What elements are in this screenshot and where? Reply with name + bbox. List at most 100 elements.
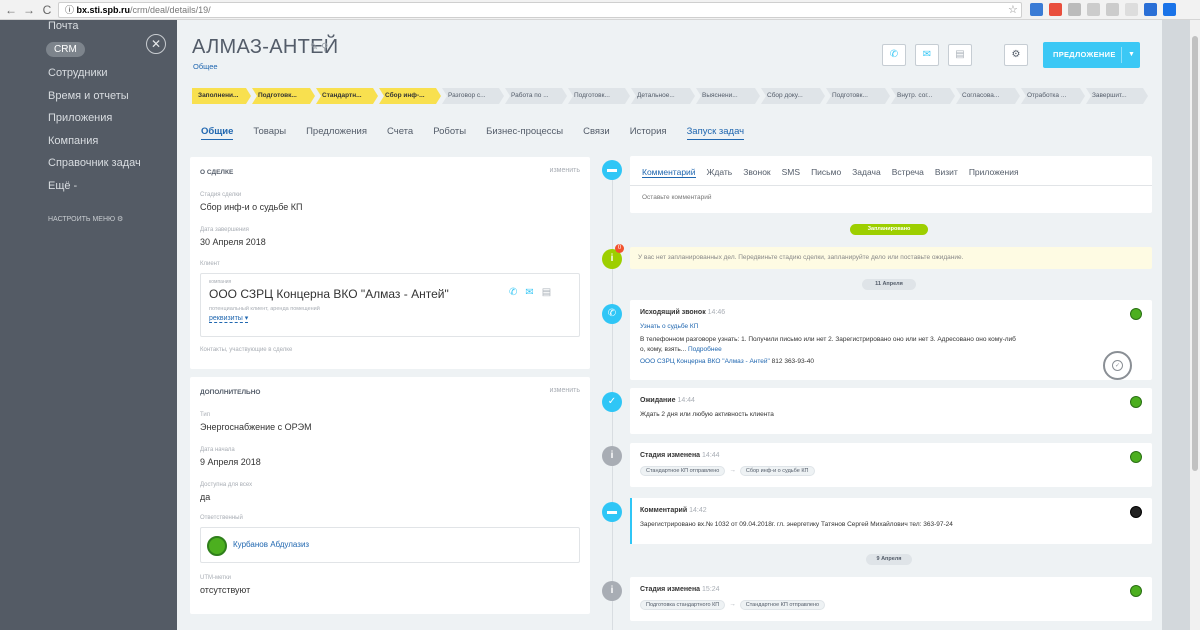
more-link[interactable]: Подробнее <box>688 346 722 353</box>
event-time: 14:42 <box>689 507 707 514</box>
sidebar-item-more[interactable]: Ещё - <box>48 180 77 192</box>
stage-item[interactable]: Подготовк... <box>826 88 890 104</box>
extension-icon[interactable] <box>1087 3 1100 16</box>
sidebar-item-apps[interactable]: Приложения <box>48 112 112 124</box>
about-deal-card: О СДЕЛКЕ изменить Стадия сделки Сбор инф… <box>190 157 590 369</box>
composer-tab[interactable]: Визит <box>935 167 958 178</box>
tab-links[interactable]: Связи <box>583 126 610 140</box>
sidebar-item-time[interactable]: Время и отчеты <box>48 90 129 102</box>
stage-item[interactable]: Согласова... <box>956 88 1020 104</box>
sidebar-item-company[interactable]: Компания <box>48 135 98 147</box>
avatar[interactable] <box>207 536 227 556</box>
responsible-name[interactable]: Курбанов Абдулазиз <box>233 540 309 549</box>
extension-icon[interactable] <box>1030 3 1043 16</box>
tab-history[interactable]: История <box>630 126 667 140</box>
completed-icon[interactable] <box>1130 451 1142 463</box>
comment-input[interactable]: Оставьте комментарий <box>642 194 712 201</box>
mark-done-icon[interactable]: ✓ <box>1103 351 1132 380</box>
completed-icon[interactable] <box>1130 396 1142 408</box>
tab-invoices[interactable]: Счета <box>387 126 413 140</box>
company-name[interactable]: ООО СЗРЦ Концерна ВКО "Алмаз - Антей" <box>209 287 449 301</box>
extension-icon[interactable] <box>1144 3 1157 16</box>
composer-tab[interactable]: Письмо <box>811 167 841 178</box>
field-value: 9 Апреля 2018 <box>200 457 261 467</box>
composer-tab[interactable]: Звонок <box>743 167 770 178</box>
requisites-link[interactable]: реквизиты ▾ <box>209 314 249 323</box>
deal-tabs: Общие Товары Предложения Счета Роботы Би… <box>201 126 764 140</box>
phone-icon[interactable]: ✆ <box>882 44 906 66</box>
scrollbar-thumb[interactable] <box>1192 36 1198 471</box>
tab-offers[interactable]: Предложения <box>306 126 367 140</box>
stage-item[interactable]: Выяснени... <box>696 88 760 104</box>
address-bar[interactable]: ⓘ bx.sti.spb.ru/crm/deal/details/19/ <box>58 2 1022 18</box>
close-icon[interactable]: ✕ <box>146 34 166 54</box>
composer-tab[interactable]: Приложения <box>969 167 1019 178</box>
edit-link[interactable]: изменить <box>550 387 580 394</box>
stage-item[interactable]: Детальное... <box>631 88 695 104</box>
stage-item[interactable]: Разговор с... <box>442 88 504 104</box>
field-value: отсутствуют <box>200 585 251 595</box>
stage-item[interactable]: Заполнени... <box>192 88 251 104</box>
tab-task-launch[interactable]: Запуск задач <box>686 126 745 140</box>
check-icon: ✓ <box>1112 360 1123 371</box>
extension-icon[interactable] <box>1125 3 1138 16</box>
offer-button[interactable]: ПРЕДЛОЖЕНИЕ ▼ <box>1043 42 1140 68</box>
gear-icon[interactable]: ⚙ <box>1004 44 1028 66</box>
tab-products[interactable]: Товары <box>253 126 286 140</box>
composer-tab[interactable]: SMS <box>782 167 800 178</box>
company-link[interactable]: ООО СЗРЦ Концерна ВКО "Алмаз - Антей" <box>640 358 770 365</box>
stage-item[interactable]: Сбор доку... <box>761 88 825 104</box>
composer-tab[interactable]: Встреча <box>892 167 924 178</box>
completed-icon[interactable] <box>1130 308 1142 320</box>
mail-icon[interactable]: ✉ <box>915 44 939 66</box>
sidebar-item-crm[interactable]: CRM <box>46 42 85 57</box>
field-label: Доступна для всех <box>200 482 253 488</box>
wait-event: Ожидание 14:44 Ждать 2 дня или любую акт… <box>630 388 1152 434</box>
page-subtitle[interactable]: Общее <box>193 62 218 71</box>
stage-item[interactable]: Подготовк... <box>252 88 315 104</box>
tab-business-processes[interactable]: Бизнес-процессы <box>486 126 563 140</box>
link-icon[interactable]: ⚲ <box>321 42 328 53</box>
completed-icon[interactable] <box>1130 585 1142 597</box>
mail-icon[interactable]: ✉ <box>525 287 533 298</box>
composer-tab[interactable]: Ждать <box>707 167 733 178</box>
stage-bar: Заполнени... Подготовк... Стандартн... С… <box>192 88 1152 104</box>
divider <box>1121 47 1122 63</box>
extension-icon[interactable] <box>1163 3 1176 16</box>
extension-icon[interactable] <box>1049 3 1062 16</box>
stage-item[interactable]: Отработка ... <box>1021 88 1085 104</box>
star-icon[interactable]: ☆ <box>1008 3 1018 16</box>
info-icon[interactable]: ⓘ <box>65 5 74 15</box>
arrow-right-icon: → <box>729 601 736 608</box>
edit-icon[interactable]: ✎ <box>310 42 318 53</box>
composer-tab[interactable]: Задача <box>852 167 881 178</box>
stage-item[interactable]: Завершит... <box>1086 88 1148 104</box>
sidebar-item-mail[interactable]: Почта <box>48 20 79 32</box>
tab-robots[interactable]: Роботы <box>433 126 466 140</box>
edit-link[interactable]: изменить <box>550 167 580 174</box>
sidebar-item-employees[interactable]: Сотрудники <box>48 67 108 79</box>
back-icon[interactable]: ← <box>4 3 18 17</box>
company-description: потенциальный клиент, аренда помещений <box>209 306 320 312</box>
composer-tab[interactable]: Комментарий <box>642 167 696 178</box>
stage-item[interactable]: Подготовк... <box>568 88 630 104</box>
chat-icon[interactable]: ▤ <box>542 287 551 298</box>
chevron-down-icon[interactable]: ▼ <box>1128 42 1135 68</box>
stage-transition: Подготовка стандартного КП → Стандартное К… <box>640 600 826 610</box>
stage-item[interactable]: Стандартн... <box>316 88 378 104</box>
chat-icon[interactable]: ▤ <box>948 44 972 66</box>
configure-menu[interactable]: НАСТРОИТЬ МЕНЮ ⚙ <box>48 215 123 223</box>
stage-item[interactable]: Работа по ... <box>505 88 567 104</box>
reload-icon[interactable]: C <box>40 3 54 17</box>
phone-icon[interactable]: ✆ <box>509 287 517 298</box>
call-subject-link[interactable]: Узнать о судьбе КП <box>640 322 698 332</box>
tab-general[interactable]: Общие <box>201 126 234 140</box>
user-avatar-icon[interactable] <box>1130 506 1142 518</box>
sidebar-item-task-directory[interactable]: Справочник задач <box>48 157 141 169</box>
field-label: UTM-метки <box>200 575 231 581</box>
forward-icon[interactable]: → <box>22 3 36 17</box>
stage-item[interactable]: Внутр. сог... <box>891 88 955 104</box>
extension-icon[interactable] <box>1106 3 1119 16</box>
extension-icon[interactable] <box>1068 3 1081 16</box>
stage-item[interactable]: Сбор инф-... <box>379 88 441 104</box>
